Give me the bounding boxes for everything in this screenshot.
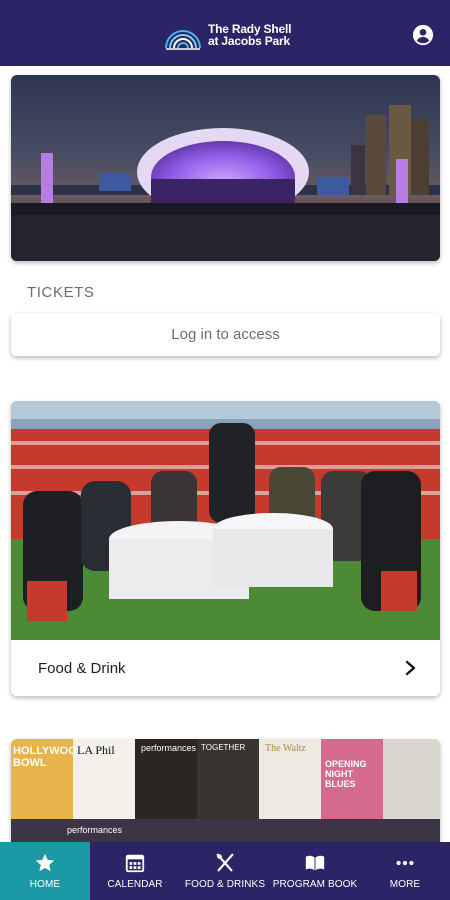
nav-program-book[interactable]: PROGRAM BOOK [270,842,360,900]
star-icon [35,853,55,872]
chevron-right-icon [405,660,416,676]
tickets-section-label: TICKETS [27,284,95,301]
nav-more-label: MORE [389,879,421,890]
venue-hero-image[interactable] [11,75,440,261]
food-drink-label: Food & Drink [38,659,126,677]
nav-food-drinks-label: FOOD & DRINKS [184,879,266,890]
more-dots-icon [396,860,414,866]
book-icon [305,855,325,871]
nav-calendar[interactable]: CALENDAR [90,842,180,900]
calendar-icon [125,854,145,873]
nav-home-label: HOME [29,879,61,890]
cover-hollywood-bowl: HOLLYWOOD BOWL [13,745,85,769]
cover-performances-2: performances [67,825,123,835]
cover-together: TOGETHER [201,743,246,752]
logo-text: The Rady Shell at Jacobs Park [208,23,291,47]
program-book-card[interactable]: HOLLYWOOD BOWL LA Phil performances TOGE… [11,739,440,842]
shell-logo-icon [165,30,201,50]
logo-line2: at Jacobs Park [208,34,290,48]
food-drink-card[interactable]: Food & Drink [11,401,440,696]
cover-opening-night: OPENING NIGHT BLUES [325,759,367,789]
food-drink-footer[interactable]: Food & Drink [11,640,440,696]
app-header: The Rady Shell at Jacobs Park [0,0,450,66]
cover-performances: performances [141,743,197,753]
nav-program-book-label: PROGRAM BOOK [272,879,358,890]
bottom-navigation: HOME CALENDAR FOOD & DRINKS PROGRAM BOOK… [0,842,450,900]
app-screen: The Rady Shell at Jacobs Park TICKETS Lo… [0,0,450,900]
rady-shell-logo[interactable]: The Rady Shell at Jacobs Park [164,18,291,52]
food-drink-photo [11,401,440,640]
cover-the-waltz: The Waltz [265,743,306,754]
cover-la-phil: LA Phil [77,743,115,757]
nav-more[interactable]: MORE [360,842,450,900]
venue-photo [11,75,440,261]
login-to-access-button[interactable]: Log in to access [11,313,440,356]
utensils-icon [216,853,234,872]
account-circle-icon[interactable] [412,24,434,46]
nav-food-drinks[interactable]: FOOD & DRINKS [180,842,270,900]
nav-calendar-label: CALENDAR [107,879,163,890]
nav-home[interactable]: HOME [0,842,90,900]
home-scroll-content[interactable]: TICKETS Log in to access Food & Drink HO… [0,66,450,842]
